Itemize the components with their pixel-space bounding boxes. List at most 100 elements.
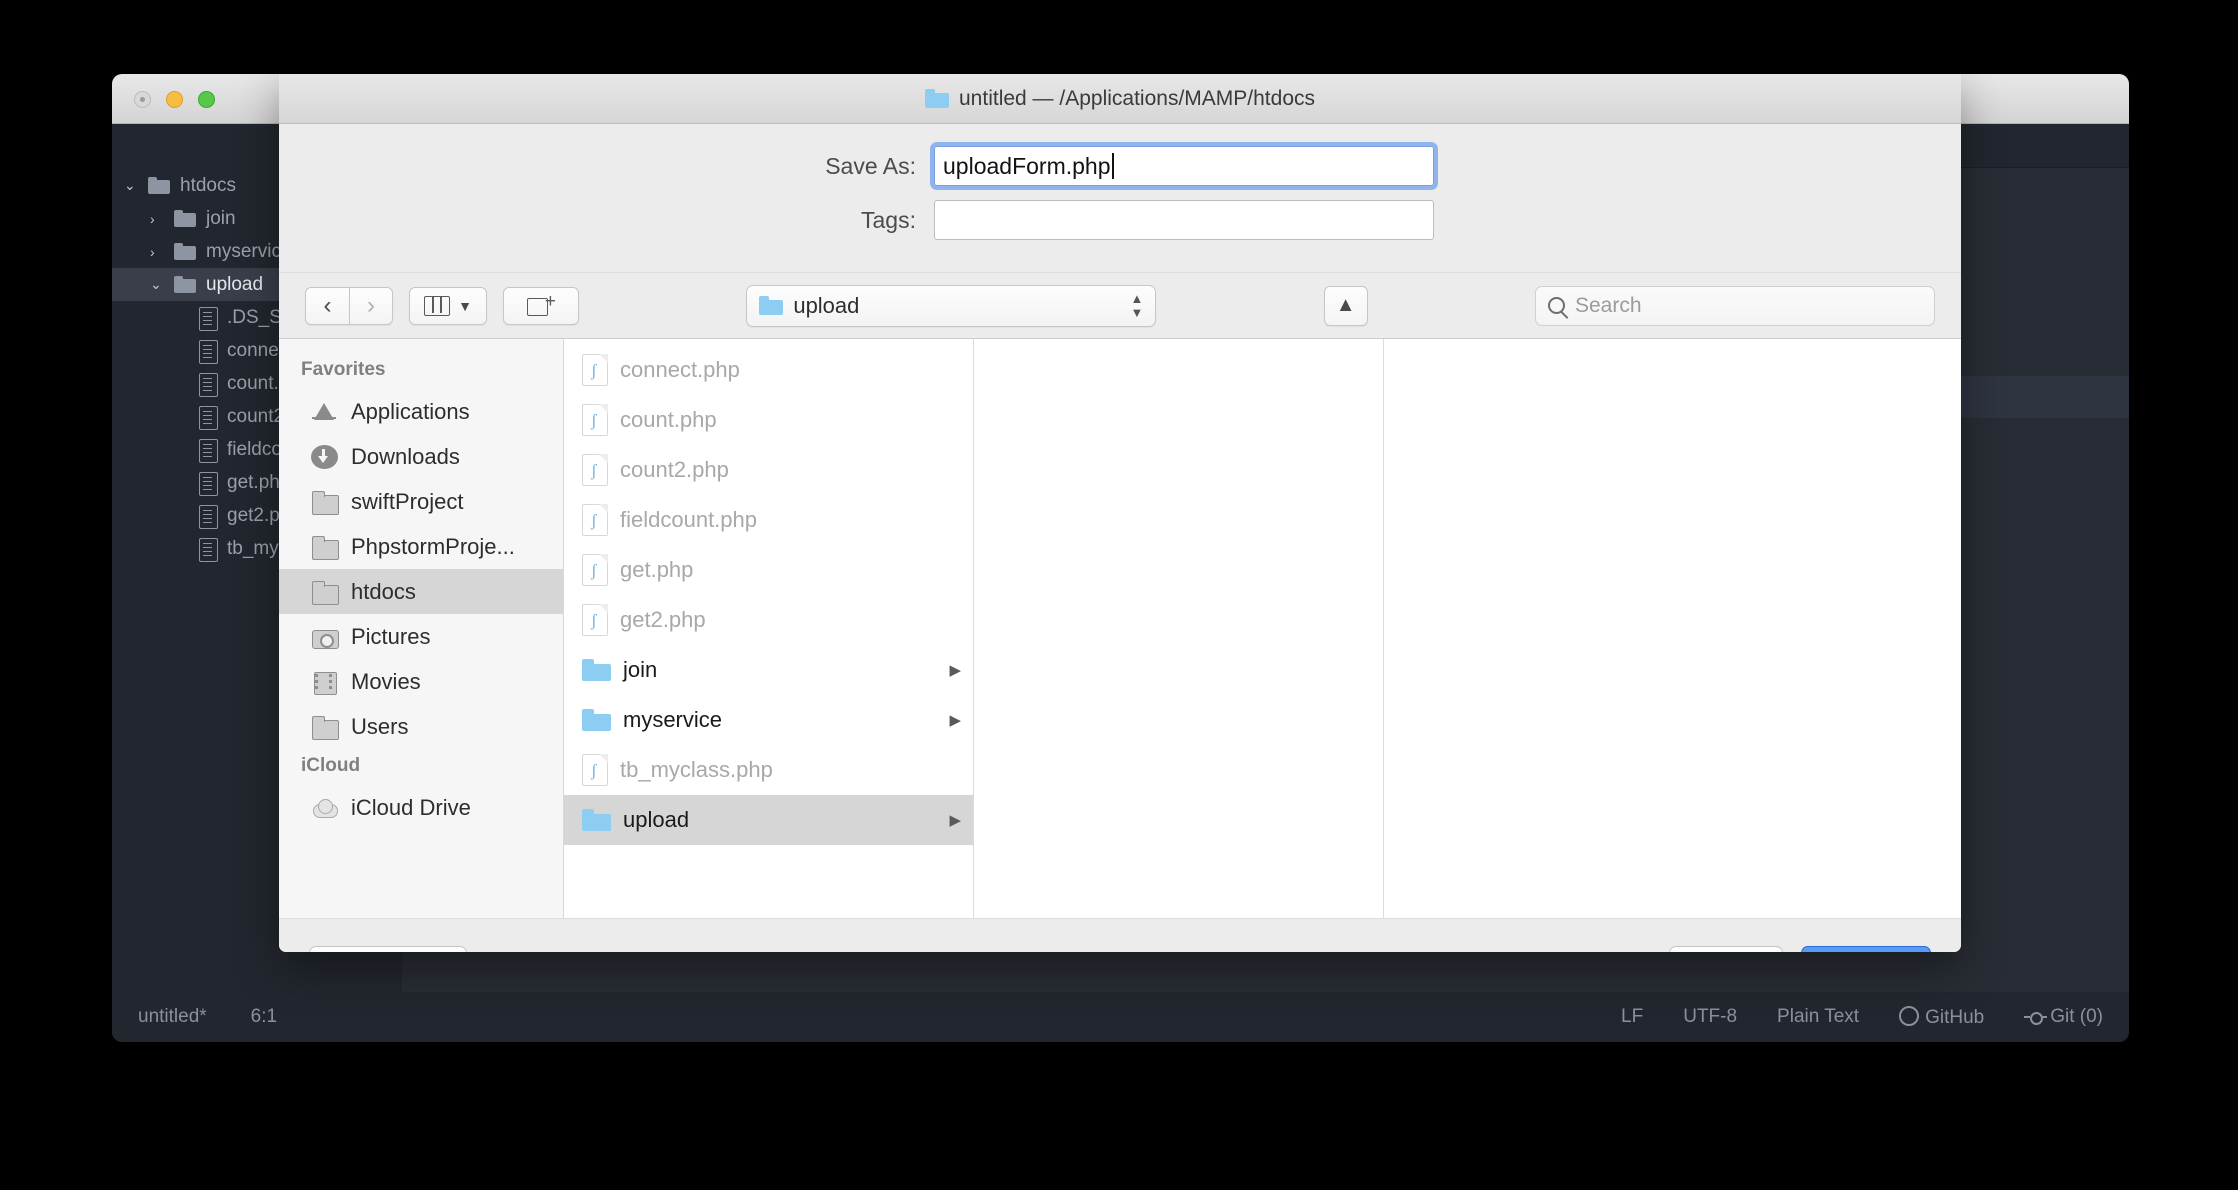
new-folder-button[interactable]: New Folder (309, 945, 468, 952)
document-icon (198, 372, 218, 397)
file-name-label: join (623, 657, 658, 682)
status-line-ending[interactable]: LF (1621, 1006, 1643, 1028)
folder-icon (311, 490, 339, 515)
chevron-down-icon: ▼ (458, 297, 472, 314)
file-browser-toolbar: ‹ › ▼ upload ▲▼ ▲ Search (279, 272, 1961, 338)
folder-row[interactable]: upload ▶ (564, 795, 973, 845)
file-column-2[interactable] (974, 339, 1384, 918)
save-as-value: uploadForm.php (943, 152, 1111, 179)
disclosure-triangle-icon[interactable]: ▶ (949, 711, 961, 729)
sidebar-item-users[interactable]: Users (279, 704, 563, 749)
sidebar-item-htdocs[interactable]: htdocs (279, 569, 563, 614)
status-github[interactable]: GitHub (1899, 1005, 1984, 1029)
file-name-label: connect.php (620, 357, 740, 382)
chevron-right-icon[interactable]: › (150, 211, 164, 227)
save-as-input[interactable]: uploadForm.php (930, 142, 1438, 190)
sidebar-item-icloud-drive[interactable]: iCloud Drive (279, 785, 563, 830)
column-view-icon (424, 295, 451, 316)
search-placeholder: Search (1574, 293, 1642, 317)
sidebar-item-label: swiftProject (351, 488, 464, 514)
save-dialog-titlebar: untitled — /Applications/MAMP/htdocs (279, 74, 1961, 124)
search-input[interactable]: Search (1534, 285, 1935, 326)
back-button[interactable]: ‹ (305, 286, 349, 325)
save-button[interactable]: Save (1801, 945, 1931, 952)
folder-icon (582, 809, 611, 831)
sidebar-item-downloads[interactable]: Downloads (279, 434, 563, 479)
chevron-down-icon[interactable]: ⌄ (150, 276, 164, 293)
chevron-up-icon: ▲ (1335, 294, 1356, 316)
folder-row[interactable]: join ▶ (564, 645, 973, 695)
file-name-label: fieldcount.php (620, 507, 757, 532)
sidebar-item-label: iCloud Drive (351, 794, 471, 820)
minimize-window-button[interactable] (166, 91, 183, 108)
up-down-stepper-icon: ▲ ▼ (1130, 290, 1144, 320)
sidebar-item-applications[interactable]: Applications (279, 389, 563, 434)
file-row[interactable]: connect.php (564, 345, 973, 395)
close-window-button[interactable] (134, 91, 151, 108)
file-name-label: get.php (620, 557, 694, 582)
folder-icon (311, 715, 339, 740)
document-icon (198, 504, 218, 529)
save-dialog-footer: New Folder Cancel Save (279, 918, 1961, 952)
tags-input[interactable] (934, 200, 1434, 240)
chevron-right-icon: › (367, 291, 375, 319)
file-name-label: upload (623, 807, 690, 832)
sidebar-item-label: htdocs (351, 578, 416, 604)
folder-icon (925, 89, 949, 108)
sidebar-item-swiftproject[interactable]: swiftProject (279, 479, 563, 524)
sidebar-item-movies[interactable]: Movies (279, 659, 563, 704)
file-name-label: count2.php (620, 457, 729, 482)
php-file-icon (582, 454, 608, 486)
sidebar-item-pictures[interactable]: Pictures (279, 614, 563, 659)
current-folder-label: upload (793, 292, 860, 318)
sidebar-item-label: Downloads (351, 443, 460, 469)
go-up-button[interactable]: ▲ (1323, 285, 1368, 326)
status-syntax-mode[interactable]: Plain Text (1777, 1006, 1859, 1028)
maximize-window-button[interactable] (198, 91, 215, 108)
file-row[interactable]: count.php (564, 395, 973, 445)
project-tree-label: join (206, 207, 236, 229)
php-file-icon (582, 404, 608, 436)
save-as-label: Save As: (825, 152, 916, 179)
document-icon (198, 438, 218, 463)
file-row[interactable]: get2.php (564, 595, 973, 645)
movies-icon (311, 670, 338, 695)
view-mode-button[interactable]: ▼ (409, 286, 487, 325)
folder-icon (311, 535, 339, 560)
disclosure-triangle-icon[interactable]: ▶ (949, 811, 961, 829)
tags-label: Tags: (861, 206, 916, 233)
status-git[interactable]: Git (0) (2024, 1006, 2103, 1028)
file-browser: Favorites Applications Downloads swiftProje… (279, 338, 1961, 918)
cancel-button[interactable]: Cancel (1668, 945, 1783, 952)
file-name-label: count.php (620, 407, 717, 432)
folder-icon (582, 659, 611, 681)
file-column-3[interactable] (1384, 339, 1961, 918)
document-icon (198, 306, 218, 331)
status-cursor-position[interactable]: 6:1 (251, 1006, 277, 1028)
chevron-left-icon: ‹ (323, 291, 332, 319)
favorites-sidebar[interactable]: Favorites Applications Downloads swiftProje… (279, 339, 564, 918)
chevron-right-icon[interactable]: › (150, 244, 164, 260)
sidebar-item-label: Users (351, 713, 409, 739)
new-folder-toolbar-button[interactable] (503, 286, 579, 325)
document-icon (198, 471, 218, 496)
file-row[interactable]: tb_myclass.php (564, 745, 973, 795)
project-tree-label: upload (206, 273, 264, 295)
sidebar-section-header: Favorites (301, 359, 386, 380)
folder-icon (174, 210, 196, 227)
file-row[interactable]: get.php (564, 545, 973, 595)
sidebar-item-phpstormproje[interactable]: PhpstormProje... (279, 524, 563, 569)
status-encoding[interactable]: UTF-8 (1683, 1006, 1737, 1028)
forward-button[interactable]: › (349, 286, 393, 325)
file-column-1[interactable]: connect.php count.php count2.php fieldcount… (564, 339, 974, 918)
file-row[interactable]: count2.php (564, 445, 973, 495)
folder-row[interactable]: myservice ▶ (564, 695, 973, 745)
current-folder-popup[interactable]: upload ▲ ▼ (746, 284, 1157, 327)
applications-icon (311, 400, 338, 424)
file-row[interactable]: fieldcount.php (564, 495, 973, 545)
sidebar-item-label: Movies (351, 668, 421, 694)
chevron-down-icon[interactable]: ⌄ (124, 177, 138, 194)
disclosure-triangle-icon[interactable]: ▶ (949, 661, 961, 679)
save-dialog: untitled — /Applications/MAMP/htdocs Sav… (279, 74, 1961, 952)
sidebar-section-header: iCloud (301, 755, 361, 776)
